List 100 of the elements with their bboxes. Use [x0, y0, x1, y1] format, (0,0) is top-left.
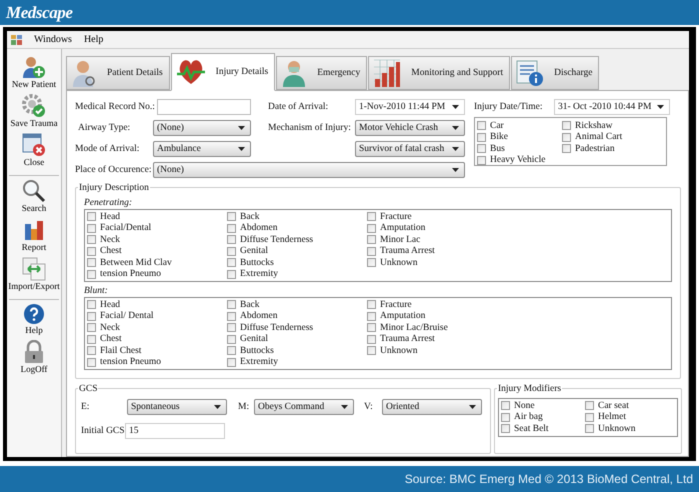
checkbox-label: Minor Lac	[380, 234, 420, 246]
checkbox[interactable]	[367, 224, 376, 233]
checkbox[interactable]	[87, 246, 96, 256]
checkbox[interactable]	[585, 412, 594, 422]
checkbox-label: Extremity	[240, 268, 278, 282]
checkbox[interactable]	[87, 224, 96, 233]
checkbox[interactable]	[87, 334, 96, 344]
menu-item[interactable]: Help	[84, 32, 104, 47]
checkbox[interactable]	[227, 358, 236, 367]
checkbox-label: Between Mid Clav	[100, 256, 172, 270]
tab[interactable]: Injury Details	[170, 53, 276, 91]
checkbox[interactable]	[367, 323, 376, 332]
checkbox[interactable]	[227, 270, 236, 279]
tab[interactable]: Patient Details	[66, 56, 170, 90]
dropdown[interactable]: (None)	[153, 120, 251, 136]
toolbar-button[interactable]: Help	[23, 303, 45, 335]
tab[interactable]: Monitoring and Support	[368, 56, 510, 90]
checkbox[interactable]	[87, 323, 96, 332]
checkbox[interactable]	[87, 270, 96, 279]
tab[interactable]: Emergency	[276, 56, 368, 90]
menu-item[interactable]: Windows	[34, 32, 72, 47]
checkbox[interactable]	[87, 358, 96, 367]
app-icon[interactable]	[11, 34, 22, 44]
checkbox[interactable]	[227, 235, 236, 244]
checkbox[interactable]	[87, 312, 96, 321]
checkbox[interactable]	[477, 121, 486, 130]
checkbox[interactable]	[501, 412, 510, 422]
close-window-icon	[22, 133, 46, 157]
checkbox-label: Flail Chest	[100, 344, 142, 358]
checkbox[interactable]	[477, 144, 486, 154]
dropdown[interactable]: Survivor of fatal crash	[355, 141, 465, 157]
checkbox[interactable]	[87, 235, 96, 244]
toolbar-button[interactable]: Search	[22, 179, 46, 213]
dropdown[interactable]: Oriented	[382, 399, 482, 415]
checkbox[interactable]	[87, 300, 96, 310]
checkbox-label: Chest	[100, 333, 122, 346]
checkbox[interactable]	[367, 258, 376, 268]
checkbox-label: Trauma Arrest	[380, 245, 435, 258]
checkbox[interactable]	[367, 300, 376, 310]
caret-icon	[452, 147, 459, 151]
checkbox-label: Padestrian	[575, 142, 615, 156]
checkbox[interactable]	[562, 121, 571, 130]
toolbar-button[interactable]: Report	[22, 218, 46, 252]
field-label: E:	[81, 400, 90, 414]
tab[interactable]: Discharge	[511, 56, 600, 90]
checkbox-label: Back	[240, 210, 260, 223]
padlock-icon	[23, 340, 45, 364]
checkbox-label: tension Pneumo	[100, 356, 161, 370]
checkbox[interactable]	[562, 144, 571, 154]
checkbox[interactable]	[87, 346, 96, 356]
text-input[interactable]: 15	[125, 423, 225, 439]
toolbar-button[interactable]: Close	[22, 133, 46, 167]
dropdown[interactable]: Spontaneous	[127, 399, 227, 415]
checkbox[interactable]	[367, 246, 376, 256]
checkbox[interactable]	[367, 346, 376, 356]
checkbox[interactable]	[477, 132, 486, 142]
caret-icon	[341, 405, 348, 409]
checkbox[interactable]	[367, 235, 376, 244]
checkbox[interactable]	[501, 424, 510, 434]
site-logo[interactable]: Medscape	[6, 0, 72, 26]
date-picker[interactable]: 31- Oct -2010 10:44 PM	[554, 99, 670, 115]
doctor-icon	[71, 59, 97, 87]
checkbox-label: Rickshaw	[575, 120, 612, 132]
checkbox[interactable]	[367, 334, 376, 344]
checkbox-label: Buttocks	[240, 344, 274, 358]
dropdown[interactable]: Ambulance	[153, 141, 251, 157]
checkbox[interactable]	[562, 132, 571, 142]
field-label: Date of Arrival:	[268, 100, 330, 114]
checkbox-label: Car seat	[598, 400, 629, 412]
checkbox[interactable]	[227, 300, 236, 310]
toolbar-button[interactable]: Import/Export	[8, 257, 60, 291]
checkbox[interactable]	[227, 212, 236, 222]
checkbox[interactable]	[501, 401, 510, 410]
dropdown[interactable]: (None)	[153, 162, 465, 178]
dropdown[interactable]: Obeys Command	[254, 399, 354, 415]
checkbox[interactable]	[227, 224, 236, 233]
checkbox-label: Facial/Dental	[100, 222, 152, 235]
checkbox[interactable]	[367, 212, 376, 222]
checkbox[interactable]	[227, 246, 236, 256]
checkbox-label: Genital	[240, 333, 268, 346]
toolbar-button[interactable]: Save Trauma	[10, 94, 58, 128]
dropdown[interactable]: Motor Vehicle Crash	[355, 120, 465, 136]
checkbox[interactable]	[367, 312, 376, 321]
toolbar-button[interactable]: New Patient	[12, 55, 56, 89]
checkbox[interactable]	[227, 323, 236, 332]
checkbox[interactable]	[227, 346, 236, 356]
checkbox[interactable]	[87, 258, 96, 268]
checkbox[interactable]	[585, 424, 594, 434]
checkbox[interactable]	[477, 156, 486, 165]
checkbox[interactable]	[227, 334, 236, 344]
date-picker[interactable]: 1-Nov-2010 11:44 PM	[355, 99, 465, 115]
checkbox[interactable]	[585, 401, 594, 410]
toolbar-button[interactable]: LogOff	[20, 340, 48, 374]
checkbox[interactable]	[227, 312, 236, 321]
checkbox-label: Diffuse Tenderness	[240, 234, 314, 246]
checkbox[interactable]	[227, 258, 236, 268]
field-label: M:	[238, 400, 250, 414]
text-input[interactable]	[157, 99, 251, 115]
checkbox[interactable]	[87, 212, 96, 222]
caret-icon	[452, 168, 459, 172]
